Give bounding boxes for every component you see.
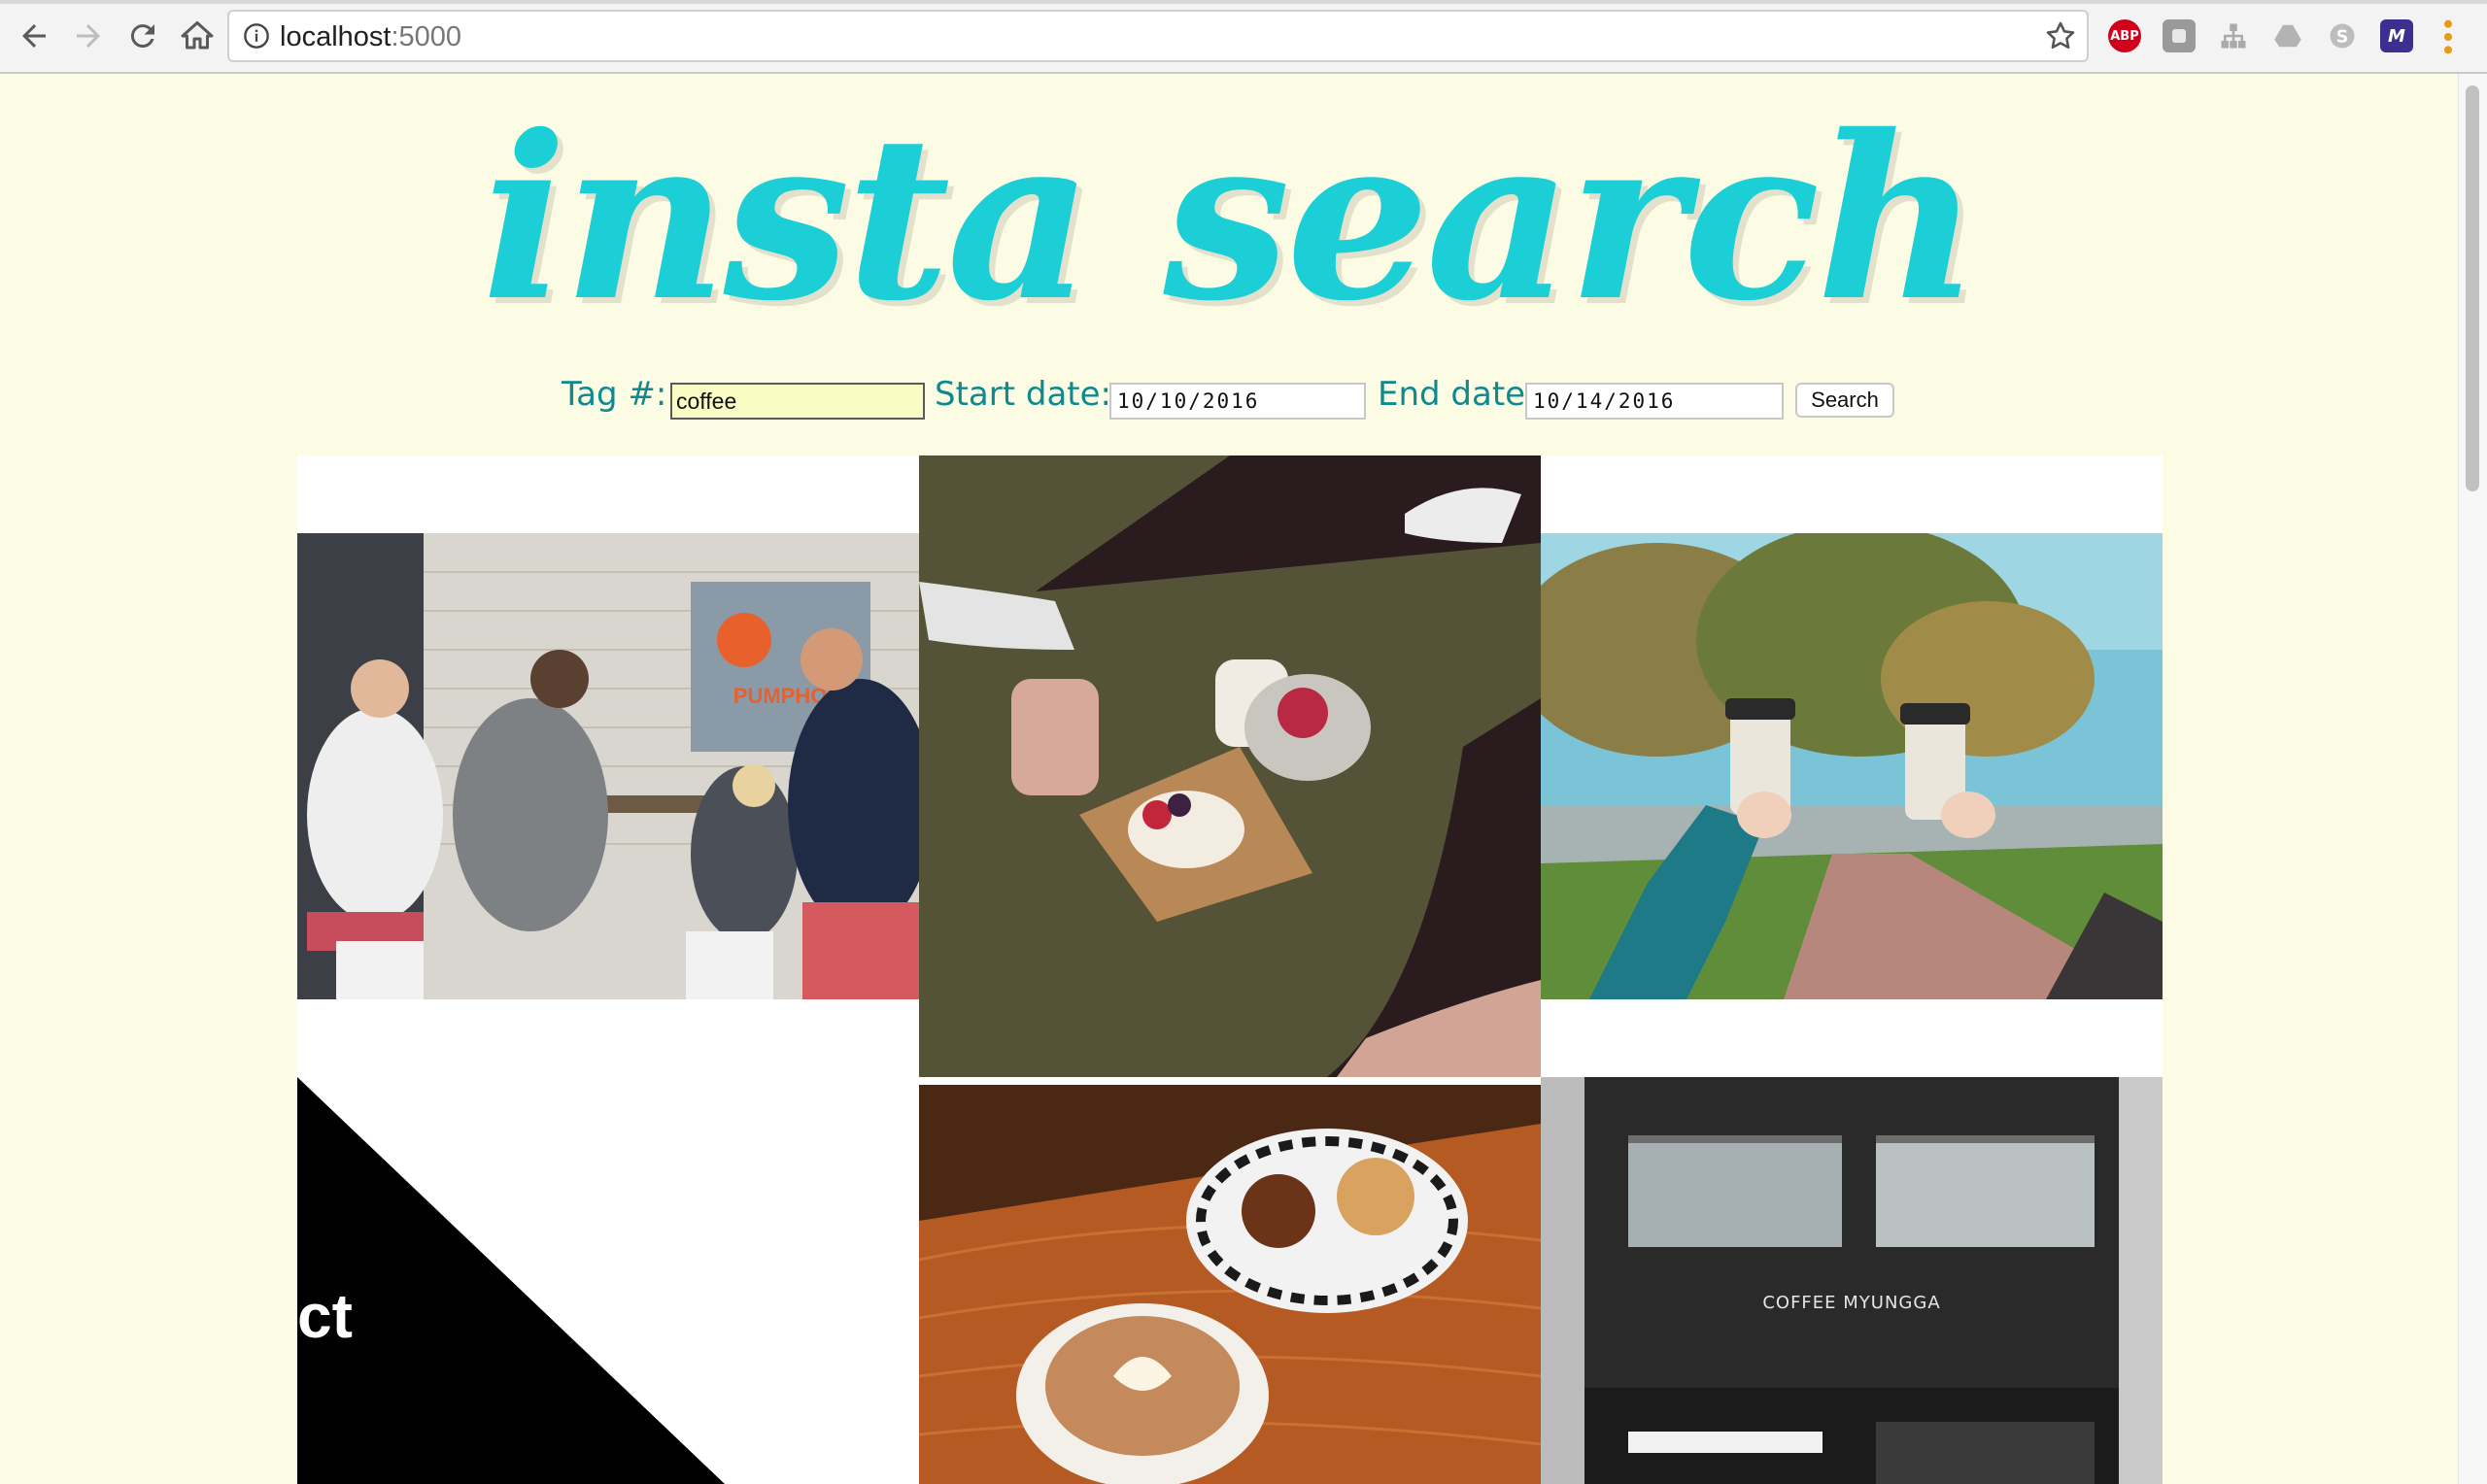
page-scrollbar[interactable] [2458,74,2487,1484]
site-logo: insta search [481,85,1980,351]
end-date-input[interactable]: 10/14/2016 [1525,383,1784,420]
extension-m-icon[interactable]: M [2380,19,2413,52]
photo-shop-sign: COFFEE MYUNGGA [1762,1293,1940,1313]
drive-icon[interactable] [2271,19,2304,52]
svg-text:S: S [2336,27,2349,47]
address-bar[interactable]: localhost:5000 [227,10,2089,62]
search-form: Tag #: coffee Start date: 10/10/2016 End… [0,369,2458,431]
photo-tile[interactable]: COFFEE MYUNGGA [1541,1077,2163,1484]
photo-picnic [919,455,1541,1077]
menu-icon[interactable] [2438,17,2458,56]
photo-cafe-wall: PUMPHOU [297,533,919,999]
adblock-icon[interactable]: ABP [2108,19,2141,52]
photo-tile[interactable] [1541,533,2163,999]
adblock-label: ABP [2110,28,2139,44]
photo-coffee-shop: COFFEE MYUNGGA [1541,1077,2163,1484]
info-icon[interactable] [243,22,270,50]
scrollbar-thumb[interactable] [2466,85,2479,491]
start-date-label: Start date: [935,375,1111,414]
photo-graphic-text: ct [297,1281,353,1351]
forward-icon[interactable] [66,14,111,58]
search-button[interactable]: Search [1795,383,1894,418]
tag-label: Tag #: [562,375,667,414]
reload-icon[interactable] [120,14,165,58]
photo-tile[interactable] [919,455,1541,1077]
browser-toolbar: localhost:5000 ABP S M [0,0,2487,74]
back-icon[interactable] [12,14,56,58]
extension-m-label: M [2388,25,2405,47]
url-port: :5000 [391,21,462,52]
photo-tile[interactable] [919,1085,1541,1484]
bookmark-star-icon[interactable] [2044,19,2077,52]
sitemap-icon[interactable] [2217,19,2250,52]
home-icon[interactable] [175,14,220,58]
start-date-input[interactable]: 10/10/2016 [1109,383,1366,420]
extension-icon[interactable] [2163,19,2196,52]
photo-tile[interactable]: PUMPHOU [297,533,919,999]
photo-park-cups [1541,533,2163,999]
end-date-label: End date: [1378,375,1537,414]
tab-strip [0,0,2487,4]
photo-grid: PUMPHOU ct COFFEE MYUNGGA [297,455,2163,1484]
skype-icon[interactable]: S [2326,19,2359,52]
url-host: localhost [280,21,392,52]
url-text[interactable]: localhost:5000 [280,21,461,53]
photo-tile[interactable]: ct [297,1077,919,1484]
tag-input[interactable]: coffee [670,383,925,420]
photo-coffee-muffins [919,1085,1541,1484]
photo-graphic: ct [297,1077,919,1484]
